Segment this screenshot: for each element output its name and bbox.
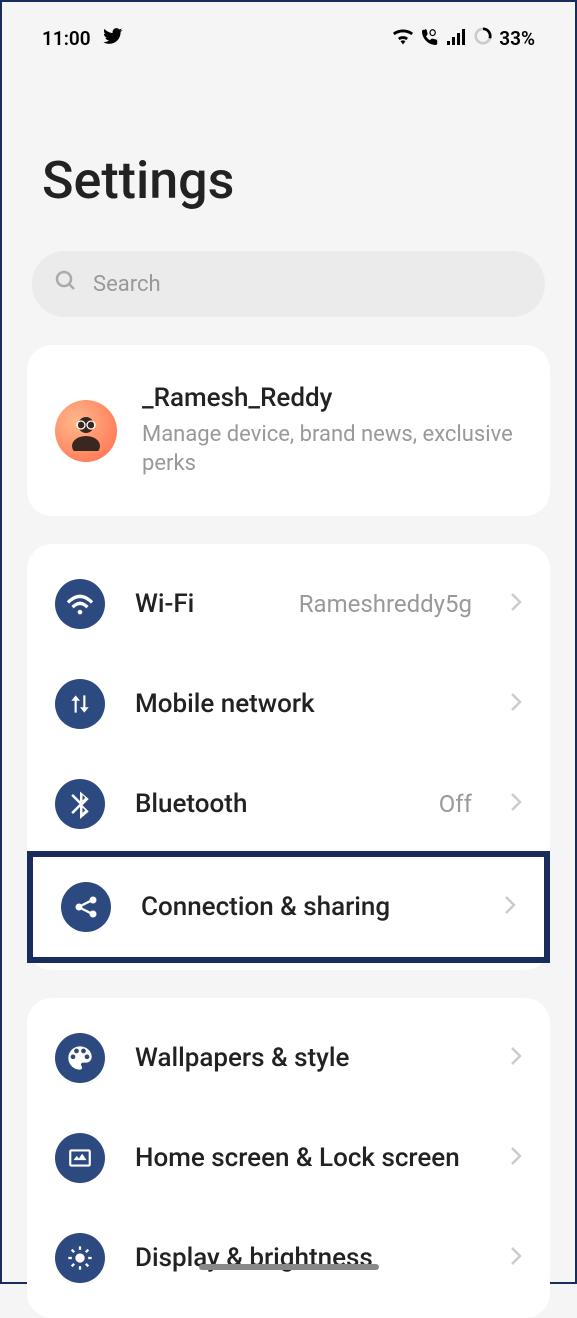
mobile-network-row[interactable]: Mobile network (27, 654, 550, 754)
connection-sharing-row[interactable]: Connection & sharing (33, 857, 544, 957)
setting-value: Off (439, 790, 472, 818)
signal-icon (447, 27, 467, 50)
setting-label: Connection & sharing (141, 892, 474, 922)
wallpapers-row[interactable]: Wallpapers & style (27, 1008, 550, 1108)
search-input[interactable]: Search (32, 251, 545, 317)
home-indicator[interactable] (199, 1264, 379, 1270)
image-icon (55, 1133, 105, 1183)
search-placeholder: Search (93, 272, 161, 297)
personalization-card: Wallpapers & style Home screen & Lock sc… (27, 998, 550, 1318)
setting-label: Wi-Fi (135, 589, 269, 619)
setting-label: Bluetooth (135, 789, 409, 819)
chevron-right-icon (504, 895, 516, 919)
chevron-right-icon (510, 792, 522, 816)
chevron-right-icon (510, 1246, 522, 1270)
wifi-icon (55, 579, 105, 629)
display-row[interactable]: Display & brightness (27, 1208, 550, 1308)
chevron-right-icon (510, 592, 522, 616)
search-icon (54, 269, 78, 299)
battery-circle-icon (474, 27, 492, 50)
page-title: Settings (2, 60, 575, 251)
status-time: 11:00 (42, 27, 91, 50)
chevron-right-icon (510, 1046, 522, 1070)
setting-label: Mobile network (135, 689, 480, 719)
status-bar: 11:00 33% (2, 2, 575, 60)
bluetooth-row[interactable]: Bluetooth Off (27, 754, 550, 854)
account-subtitle: Manage device, brand news, exclusive per… (142, 421, 522, 478)
setting-value: Rameshreddy5g (299, 590, 472, 618)
avatar (55, 400, 117, 462)
homescreen-row[interactable]: Home screen & Lock screen (27, 1108, 550, 1208)
mobile-data-icon (55, 679, 105, 729)
setting-label: Wallpapers & style (135, 1043, 480, 1073)
account-card: _Ramesh_Reddy Manage device, brand news,… (27, 345, 550, 516)
palette-icon (55, 1033, 105, 1083)
account-row[interactable]: _Ramesh_Reddy Manage device, brand news,… (27, 355, 550, 506)
wifi-row[interactable]: Wi-Fi Rameshreddy5g (27, 554, 550, 654)
chevron-right-icon (510, 692, 522, 716)
volte-icon (420, 27, 440, 50)
twitter-icon (103, 27, 123, 50)
sharing-icon (61, 882, 111, 932)
connectivity-card: Wi-Fi Rameshreddy5g Mobile network Bluet… (27, 544, 550, 970)
chevron-right-icon (510, 1146, 522, 1170)
setting-label: Home screen & Lock screen (135, 1143, 480, 1173)
brightness-icon (55, 1233, 105, 1283)
account-name: _Ramesh_Reddy (142, 383, 522, 413)
wifi-status-icon (393, 27, 413, 50)
bluetooth-icon (55, 779, 105, 829)
battery-percent: 33% (499, 27, 535, 50)
highlight-box: Connection & sharing (27, 851, 550, 963)
